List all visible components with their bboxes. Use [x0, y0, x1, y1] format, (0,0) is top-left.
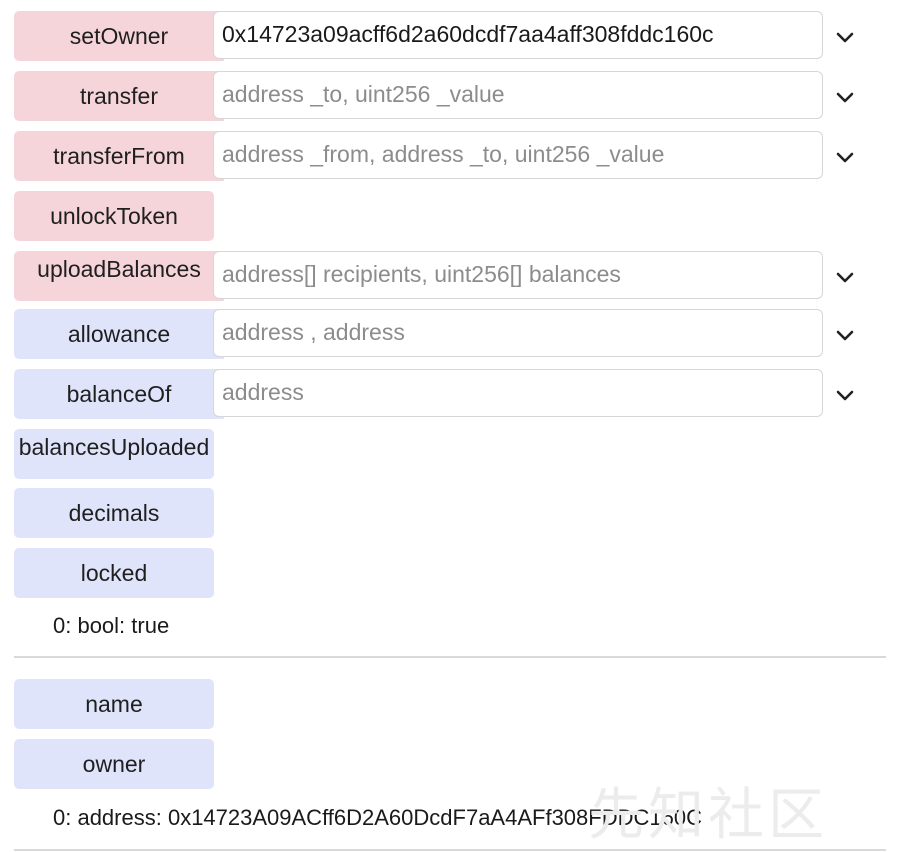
- chevron-down-icon[interactable]: [832, 264, 858, 290]
- owner-button[interactable]: owner: [14, 739, 214, 789]
- transfer-button[interactable]: transfer: [14, 71, 224, 121]
- chevron-down-icon[interactable]: [832, 322, 858, 348]
- allowance-button[interactable]: allowance: [14, 309, 224, 359]
- balanceof-input[interactable]: address: [213, 369, 823, 417]
- transferfrom-button[interactable]: transferFrom: [14, 131, 224, 181]
- watermark-text: 先知社区: [588, 783, 828, 848]
- transfer-input[interactable]: address _to, uint256 _value: [213, 71, 823, 119]
- chevron-down-icon[interactable]: [832, 84, 858, 110]
- chevron-down-icon[interactable]: [832, 24, 858, 50]
- unlocktoken-button[interactable]: unlockToken: [14, 191, 214, 241]
- transferfrom-input[interactable]: address _from, address _to, uint256 _val…: [213, 131, 823, 179]
- locked-result: 0: bool: true: [53, 613, 170, 638]
- uploadbalances-button[interactable]: uploadBalances: [14, 251, 224, 301]
- contract-functions-panel: setOwner 0x14723a09acff6d2a60dcdf7aa4aff…: [0, 0, 908, 852]
- setowner-input[interactable]: 0x14723a09acff6d2a60dcdf7aa4aff308fddc16…: [213, 11, 823, 59]
- balancesuploaded-button[interactable]: balancesUploaded: [14, 429, 214, 479]
- balanceof-button[interactable]: balanceOf: [14, 369, 224, 419]
- allowance-input[interactable]: address , address: [213, 309, 823, 357]
- name-button[interactable]: name: [14, 679, 214, 729]
- uploadbalances-input[interactable]: address[] recipients, uint256[] balances: [213, 251, 823, 299]
- chevron-down-icon[interactable]: [832, 144, 858, 170]
- decimals-button[interactable]: decimals: [14, 488, 214, 538]
- chevron-down-icon[interactable]: [832, 382, 858, 408]
- divider: [14, 656, 886, 658]
- setowner-button[interactable]: setOwner: [14, 11, 224, 61]
- locked-button[interactable]: locked: [14, 548, 214, 598]
